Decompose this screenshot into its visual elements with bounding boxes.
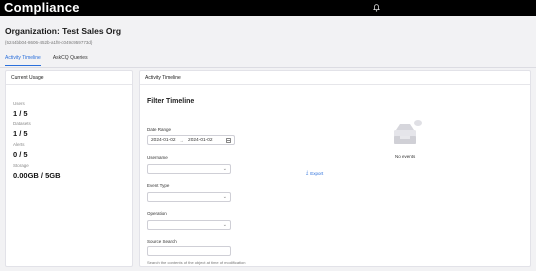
date-range-picker[interactable]: 2024-01-02 → 2024-01-02 (147, 135, 235, 145)
download-icon: ⤓ (306, 170, 309, 176)
org-id: {5244bb04-8606-452b-a1f8-c049c959773d} (5, 40, 93, 45)
export-button[interactable]: ⤓ Export (306, 170, 324, 177)
empty-inbox-icon (394, 120, 422, 144)
usage-value: 0.00GB / 5GB (13, 171, 61, 180)
date-start[interactable]: 2024-01-02 (151, 138, 176, 143)
usage-storage: Storage (13, 163, 29, 168)
no-events-text: No events (395, 154, 416, 159)
current-usage-card: Current Usage Users 1 / 5 Datasets 1 / 5… (5, 70, 133, 267)
usage-value: 1 / 5 (13, 109, 28, 118)
usage-datasets-value: 1 / 5 (13, 129, 28, 138)
filter-timeline-title: Filter Timeline (147, 98, 195, 105)
event-type-label: Event Type (147, 183, 170, 188)
event-type-select[interactable]: ⌄ (147, 192, 231, 202)
usage-storage-value: 0.00GB / 5GB (13, 171, 61, 180)
activity-timeline-card: Activity Timeline Filter Timeline Date R… (139, 70, 531, 267)
usage-label: Datasets (13, 121, 31, 126)
page-title: Organization: Test Sales Org (5, 26, 122, 36)
usage-label: Storage (13, 163, 29, 168)
current-usage-header: Current Usage (6, 71, 132, 85)
usage-alerts-value: 0 / 5 (13, 150, 28, 159)
tab-divider (0, 67, 536, 68)
usage-label: Alerts (13, 142, 25, 147)
operation-label: Operation (147, 211, 167, 216)
calendar-icon[interactable] (226, 137, 231, 143)
activity-timeline-header: Activity Timeline (140, 71, 530, 85)
tab-bar: Activity Timeline AskCQ Queries (5, 55, 88, 66)
chevron-down-icon: ⌄ (222, 165, 227, 172)
notification-bell-icon[interactable] (371, 3, 381, 13)
source-search-help: Search the contents of the object at tim… (147, 260, 246, 265)
app-title: Compliance (4, 0, 80, 15)
username-label: Username (147, 155, 168, 160)
chevron-down-icon: ⌄ (222, 221, 227, 228)
usage-datasets: Datasets (13, 121, 31, 126)
username-select[interactable]: ⌄ (147, 164, 231, 174)
app-header: Compliance (0, 0, 536, 16)
usage-value: 1 / 5 (13, 129, 28, 138)
tab-askcq-queries[interactable]: AskCQ Queries (53, 55, 88, 66)
date-range-arrow-icon: → (179, 137, 185, 143)
usage-value: 0 / 5 (13, 150, 28, 159)
tab-activity-timeline[interactable]: Activity Timeline (5, 55, 41, 66)
usage-alerts: Alerts (13, 142, 25, 147)
operation-select[interactable]: ⌄ (147, 220, 231, 230)
org-page: Organization: Test Sales Org {5244bb04-8… (0, 16, 536, 271)
export-label: Export (310, 171, 324, 176)
source-search-input[interactable] (147, 246, 231, 256)
date-range-label: Date Range (147, 127, 172, 132)
date-end[interactable]: 2024-01-02 (188, 138, 213, 143)
chevron-down-icon: ⌄ (222, 193, 227, 200)
usage-users-value: 1 / 5 (13, 109, 28, 118)
usage-users: Users (13, 101, 25, 106)
source-search-label: Source Search (147, 239, 177, 244)
usage-label: Users (13, 101, 25, 106)
